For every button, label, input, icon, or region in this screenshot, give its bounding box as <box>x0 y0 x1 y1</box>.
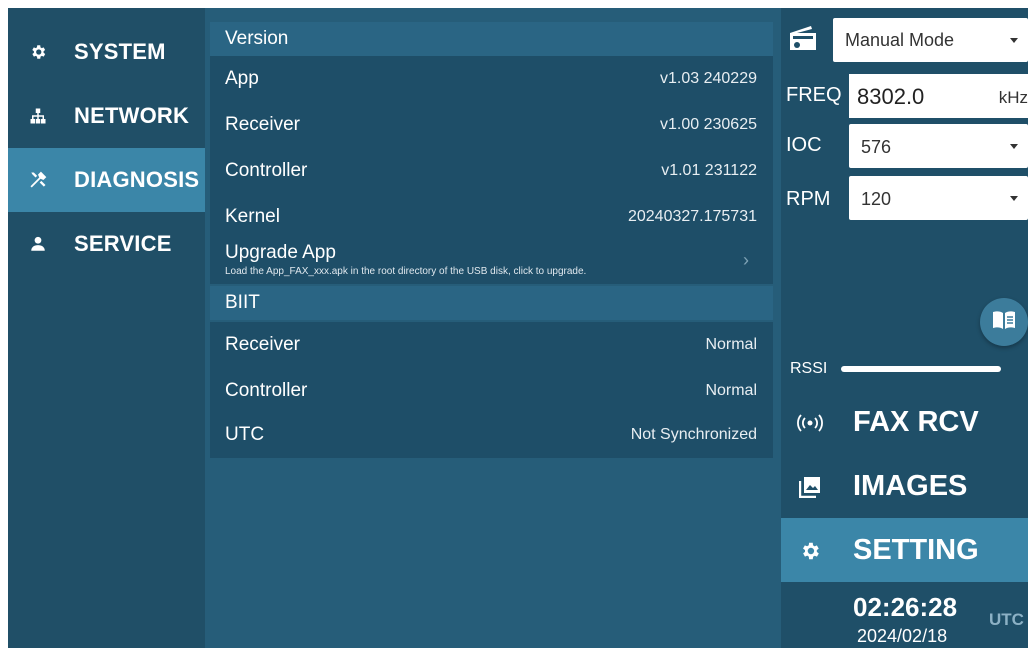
chevron-right-icon: › <box>743 250 749 270</box>
rssi-meter <box>841 366 1001 372</box>
freq-unit: kHz <box>998 88 1028 107</box>
dropdown-caret-icon <box>1010 144 1018 149</box>
clock-time: 02:26:28 <box>853 592 958 622</box>
row-value: Normal <box>705 382 757 399</box>
person-icon <box>26 232 50 256</box>
version-row-controller: Controller v1.01 231122 <box>210 148 773 194</box>
row-label: Controller <box>225 380 308 401</box>
row-label: App <box>225 68 259 89</box>
sidebar-item-label: NETWORK <box>74 103 190 128</box>
row-value: Normal <box>705 336 757 353</box>
version-row-app: App v1.03 240229 <box>210 56 773 102</box>
diagnosis-panel: Version App v1.03 240229 Receiver v1.00 … <box>205 8 781 648</box>
row-label: Receiver <box>225 114 300 135</box>
nav-label: IMAGES <box>853 470 968 502</box>
clock-date: 2024/02/18 <box>857 626 948 646</box>
dropdown-caret-icon <box>1010 38 1018 43</box>
tools-icon <box>26 168 50 192</box>
upgrade-app-title: Upgrade App <box>225 242 336 263</box>
freq-label: FREQ <box>786 84 842 106</box>
version-row-kernel: Kernel 20240327.175731 <box>210 194 773 240</box>
version-row-receiver: Receiver v1.00 230625 <box>210 102 773 148</box>
sidebar-item-label: SYSTEM <box>74 39 166 64</box>
nav-fax-rcv[interactable]: FAX RCV <box>781 390 1028 454</box>
section-header-biit: BIIT <box>210 286 773 320</box>
network-icon <box>26 104 50 128</box>
manual-book-button[interactable] <box>980 298 1028 346</box>
upgrade-app-description: Load the App_FAX_xxx.apk in the root dir… <box>225 266 587 277</box>
receiver-panel: Manual Mode FREQ 8302.0 kHz IOC 576 RPM … <box>781 8 1028 648</box>
rpm-select[interactable]: 120 <box>849 176 1028 220</box>
sidebar-item-label: SERVICE <box>74 231 172 256</box>
nav-setting[interactable]: SETTING <box>781 518 1028 582</box>
row-value: 20240327.175731 <box>627 208 757 225</box>
mode-select-value: Manual Mode <box>845 30 955 50</box>
rpm-label: RPM <box>786 188 831 210</box>
row-value: v1.01 231122 <box>661 162 757 179</box>
row-value: Not Synchronized <box>630 426 757 443</box>
rssi-label: RSSI <box>790 360 828 377</box>
sidebar-item-network[interactable]: NETWORK <box>8 84 205 148</box>
app-window: SYSTEM NETWORK DIAGNOSIS SERVICE Version… <box>8 8 1028 648</box>
biit-row-controller: Controller Normal <box>210 368 773 414</box>
biit-row-utc: UTC Not Synchronized <box>210 412 773 458</box>
row-value: v1.00 230625 <box>660 116 757 133</box>
row-label: Controller <box>225 160 308 181</box>
radio-icon <box>787 24 819 52</box>
freq-input[interactable]: 8302.0 kHz <box>849 74 1028 118</box>
gear-icon <box>797 538 823 564</box>
broadcast-icon <box>797 410 823 436</box>
mode-select[interactable]: Manual Mode <box>833 18 1028 62</box>
ioc-select-value: 576 <box>861 137 892 157</box>
timezone-label: UTC <box>989 610 1024 629</box>
row-label: Kernel <box>225 206 280 227</box>
freq-value: 8302.0 <box>857 84 925 109</box>
rpm-select-value: 120 <box>861 189 892 209</box>
sidebar-item-system[interactable]: SYSTEM <box>8 20 205 84</box>
row-label: Receiver <box>225 334 300 355</box>
section-header-version: Version <box>210 22 773 56</box>
sidebar-item-service[interactable]: SERVICE <box>8 212 205 276</box>
gear-icon <box>26 40 50 64</box>
dropdown-caret-icon <box>1010 196 1018 201</box>
row-value: v1.03 240229 <box>660 70 757 87</box>
sidebar-item-label: DIAGNOSIS <box>74 167 200 192</box>
sidebar-item-diagnosis[interactable]: DIAGNOSIS <box>8 148 205 212</box>
row-label: UTC <box>225 424 265 445</box>
nav-label: SETTING <box>853 534 979 566</box>
ioc-label: IOC <box>786 134 822 156</box>
ioc-select[interactable]: 576 <box>849 124 1028 168</box>
book-icon <box>992 310 1016 335</box>
nav-label: FAX RCV <box>853 406 979 438</box>
biit-row-receiver: Receiver Normal <box>210 322 773 368</box>
upgrade-app-row[interactable]: Upgrade App Load the App_FAX_xxx.apk in … <box>210 238 773 284</box>
nav-images[interactable]: IMAGES <box>781 454 1028 518</box>
images-icon <box>797 474 823 500</box>
settings-sidebar: SYSTEM NETWORK DIAGNOSIS SERVICE <box>8 8 205 648</box>
